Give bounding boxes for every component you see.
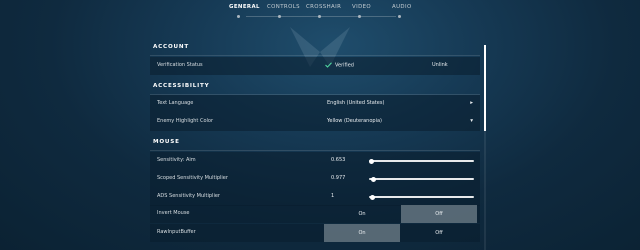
row-sensitivity-aim: Sensitivity: Aim 0.653 <box>150 152 480 170</box>
tab-audio[interactable]: AUDIO <box>392 4 412 10</box>
ads-sensitivity-slider[interactable] <box>369 194 474 200</box>
tab-crosshair-dot <box>318 15 321 18</box>
row-invert-mouse: Invert Mouse On Off <box>150 205 480 223</box>
text-language-label: Text Language <box>157 100 194 106</box>
section-title-accessibility: ACCESSIBILITY <box>153 83 210 89</box>
scoped-sensitivity-value[interactable]: 0.977 <box>331 175 345 181</box>
row-verification-status: Verification Status Verified Unlink <box>150 57 480 75</box>
ads-sensitivity-label: ADS Sensitivity Multiplier <box>157 193 220 199</box>
invert-mouse-off-option[interactable]: Off <box>401 205 477 223</box>
tab-general-dot <box>237 15 240 18</box>
unlink-button[interactable]: Unlink <box>432 62 448 68</box>
tab-general[interactable]: GENERAL <box>229 4 260 10</box>
verification-status-label: Verification Status <box>157 62 203 68</box>
scrollbar[interactable] <box>484 45 486 250</box>
tab-controls-dot <box>278 15 281 18</box>
rawinputbuffer-on-option[interactable]: On <box>324 224 400 242</box>
row-scoped-sensitivity: Scoped Sensitivity Multiplier 0.977 <box>150 170 480 188</box>
invert-mouse-label: Invert Mouse <box>157 210 190 216</box>
chevron-down-icon: ▾ <box>470 118 473 124</box>
row-enemy-highlight-color[interactable]: Enemy Highlight Color Yellow (Deuteranop… <box>150 113 480 131</box>
section-divider <box>150 55 480 56</box>
row-rawinputbuffer: RawInputBuffer On Off <box>150 224 480 242</box>
row-text-language[interactable]: Text Language English (United States) ▸ <box>150 95 480 113</box>
scrollbar-thumb[interactable] <box>484 45 486 131</box>
settings-tab-bar: GENERAL CONTROLS CROSSHAIR VIDEO AUDIO <box>0 0 640 22</box>
rawinputbuffer-off-option[interactable]: Off <box>401 224 477 242</box>
section-title-account: ACCOUNT <box>153 44 189 50</box>
section-title-mouse: MOUSE <box>153 139 180 145</box>
tab-audio-dot <box>398 15 401 18</box>
tab-crosshair[interactable]: CROSSHAIR <box>306 4 341 10</box>
sensitivity-aim-slider[interactable] <box>368 158 474 164</box>
scoped-sensitivity-slider[interactable] <box>369 176 474 182</box>
ads-sensitivity-value[interactable]: 1 <box>331 193 334 199</box>
invert-mouse-on-option[interactable]: On <box>324 205 400 223</box>
tab-controls[interactable]: CONTROLS <box>267 4 300 10</box>
slider-knob[interactable] <box>369 194 375 200</box>
text-language-dropdown[interactable]: English (United States) ▸ <box>327 100 475 106</box>
chevron-right-icon: ▸ <box>470 100 473 106</box>
verified-text: Verified <box>335 62 354 69</box>
sensitivity-aim-label: Sensitivity: Aim <box>157 157 196 163</box>
settings-panel: ACCOUNT Verification Status Verified Unl… <box>150 38 480 250</box>
section-divider <box>150 150 480 151</box>
slider-knob[interactable] <box>368 158 374 164</box>
scoped-sensitivity-label: Scoped Sensitivity Multiplier <box>157 175 228 181</box>
text-language-value: English (United States) <box>327 100 385 106</box>
slider-knob[interactable] <box>370 176 376 182</box>
checkmark-icon <box>325 62 332 68</box>
enemy-highlight-color-label: Enemy Highlight Color <box>157 118 214 124</box>
enemy-highlight-color-dropdown[interactable]: Yellow (Deuteranopia) ▾ <box>327 118 475 124</box>
tab-video-dot <box>358 15 361 18</box>
rawinputbuffer-label: RawInputBuffer <box>157 229 196 235</box>
row-ads-sensitivity: ADS Sensitivity Multiplier 1 <box>150 188 480 206</box>
tab-connector-line <box>246 16 396 17</box>
enemy-highlight-color-value: Yellow (Deuteranopia) <box>327 118 382 124</box>
sensitivity-aim-value[interactable]: 0.653 <box>331 157 345 163</box>
verified-status: Verified <box>325 62 354 69</box>
tab-video[interactable]: VIDEO <box>352 4 371 10</box>
